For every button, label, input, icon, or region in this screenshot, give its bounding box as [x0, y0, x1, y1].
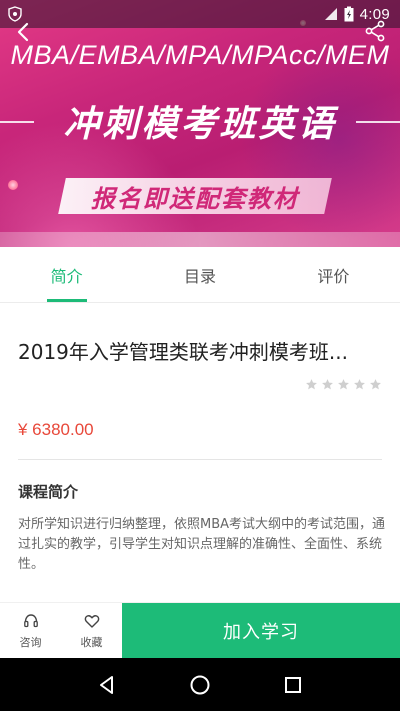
- intro-heading: 课程简介: [18, 483, 79, 501]
- share-icon[interactable]: [364, 20, 386, 42]
- banner-subtitle: 报名即送配套教材: [91, 184, 299, 213]
- course-price: ¥ 6380.00: [18, 420, 94, 439]
- banner-bottom-strip: [0, 232, 400, 247]
- tab-catalog[interactable]: 目录: [133, 247, 266, 302]
- star-icon: [370, 379, 381, 390]
- system-nav-bar: [0, 658, 400, 711]
- course-title: 2019年入学管理类联考冲刺模考班...: [18, 340, 348, 364]
- back-arrow-icon[interactable]: [12, 20, 36, 44]
- course-banner: MBA/EMBA/MPA/MPAcc/MEM 冲刺模考班英语 报名即送配套教材: [0, 0, 400, 247]
- rating-stars: [305, 378, 382, 391]
- tab-intro[interactable]: 简介: [0, 247, 133, 302]
- consult-label: 咨询: [19, 635, 42, 649]
- favorite-label: 收藏: [80, 635, 103, 649]
- tab-reviews[interactable]: 评价: [267, 247, 400, 302]
- favorite-button[interactable]: 收藏: [61, 603, 122, 659]
- divider: [18, 459, 382, 460]
- tab-bar: 简介 目录 评价: [0, 247, 400, 303]
- action-bar: 咨询 收藏 加入学习: [0, 602, 400, 658]
- nav-recents-icon[interactable]: [281, 673, 305, 697]
- nav-back-icon[interactable]: [95, 673, 119, 697]
- star-icon: [338, 379, 349, 390]
- headset-icon: [23, 613, 38, 627]
- banner-title: 冲刺模考班英语: [63, 104, 337, 145]
- star-icon: [322, 379, 333, 390]
- banner-topline: MBA/EMBA/MPA/MPAcc/MEM: [10, 40, 390, 70]
- join-study-button[interactable]: 加入学习: [122, 603, 400, 658]
- intro-text: 对所学知识进行归纳整理，依照MBA考试大纲中的考试范围，通过扎实的教学，引导学生…: [18, 517, 386, 572]
- consult-button[interactable]: 咨询: [0, 603, 61, 659]
- signal-icon: [324, 8, 337, 20]
- star-icon: [306, 379, 317, 390]
- nav-home-icon[interactable]: [188, 673, 212, 697]
- star-icon: [354, 379, 365, 390]
- banner-orb: [8, 180, 18, 190]
- status-bar: 4:09: [0, 0, 400, 28]
- heart-icon: [84, 614, 99, 628]
- battery-charging-icon: [344, 6, 354, 22]
